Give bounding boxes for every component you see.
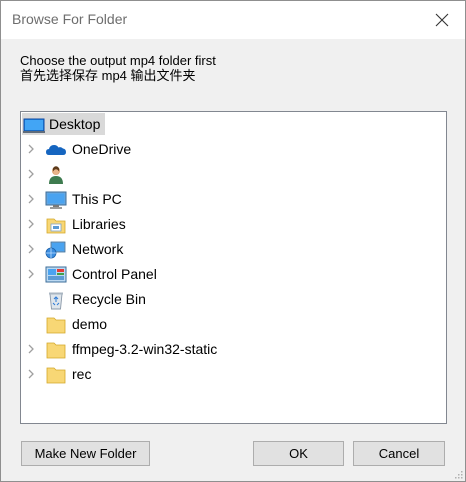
- browse-for-folder-dialog: Browse For Folder Choose the output mp4 …: [0, 0, 466, 482]
- chevron-right-icon[interactable]: [25, 268, 37, 280]
- tree-item-rec[interactable]: rec: [21, 362, 446, 387]
- chevron-right-icon[interactable]: [25, 218, 37, 230]
- tree-item-label: Network: [72, 241, 124, 257]
- chevron-right-icon[interactable]: [25, 143, 37, 155]
- tree-item-libraries[interactable]: Libraries: [21, 212, 446, 237]
- tree-item-label: OneDrive: [72, 141, 132, 157]
- instruction-line-english: Choose the output mp4 folder first: [20, 53, 216, 68]
- tree-item-user[interactable]: [21, 162, 446, 187]
- desktop-icon: [23, 118, 45, 133]
- user-icon: [49, 166, 63, 184]
- computer-icon: [45, 191, 67, 209]
- tree-item-this-pc[interactable]: This PC: [21, 187, 446, 212]
- tree-item-desktop[interactable]: Desktop: [21, 112, 446, 137]
- window-title: Browse For Folder: [12, 11, 128, 27]
- close-button[interactable]: [419, 1, 465, 39]
- cancel-button[interactable]: Cancel: [353, 441, 445, 466]
- tree-item-onedrive[interactable]: OneDrive: [21, 137, 446, 162]
- resize-grip-icon[interactable]: [453, 469, 463, 479]
- tree-item-label: ffmpeg-3.2-win32-static: [72, 341, 218, 357]
- recycle-bin-icon: [49, 292, 63, 310]
- tree-item-label: rec: [72, 366, 92, 382]
- chevron-right-icon[interactable]: [25, 168, 37, 180]
- tree-item-ffmpeg[interactable]: ffmpeg-3.2-win32-static: [21, 337, 446, 362]
- chevron-right-icon[interactable]: [25, 193, 37, 205]
- tree-item-label: Desktop: [49, 116, 101, 132]
- ok-button[interactable]: OK: [253, 441, 344, 466]
- title-bar[interactable]: Browse For Folder: [1, 1, 465, 39]
- network-icon: [45, 241, 66, 259]
- folder-icon: [46, 342, 66, 359]
- cloud-icon: [46, 145, 66, 155]
- tree-item-control-panel[interactable]: Control Panel: [21, 262, 446, 287]
- instruction-line-chinese: 首先选择保存 mp4 输出文件夹: [20, 68, 196, 83]
- tree-item-demo[interactable]: demo: [21, 312, 446, 337]
- chevron-right-icon[interactable]: [25, 343, 37, 355]
- folder-icon: [46, 317, 66, 334]
- libraries-icon: [46, 218, 66, 234]
- make-new-folder-button[interactable]: Make New Folder: [21, 441, 150, 466]
- close-icon: [435, 13, 449, 27]
- tree-item-label: Control Panel: [72, 266, 157, 282]
- folder-tree[interactable]: Desktop OneDrive This PC Libraries Netwo…: [20, 111, 447, 424]
- tree-item-recycle-bin[interactable]: Recycle Bin: [21, 287, 446, 312]
- instructions: Choose the output mp4 folder first 首先选择保…: [20, 53, 216, 83]
- chevron-right-icon[interactable]: [25, 368, 37, 380]
- tree-item-label: demo: [72, 316, 108, 332]
- tree-item-label: Libraries: [72, 216, 126, 232]
- tree-item-label: Recycle Bin: [72, 291, 146, 307]
- tree-item-network[interactable]: Network: [21, 237, 446, 262]
- chevron-right-icon[interactable]: [25, 243, 37, 255]
- folder-icon: [46, 367, 66, 384]
- control-panel-icon: [45, 266, 67, 283]
- tree-item-label: This PC: [72, 191, 122, 207]
